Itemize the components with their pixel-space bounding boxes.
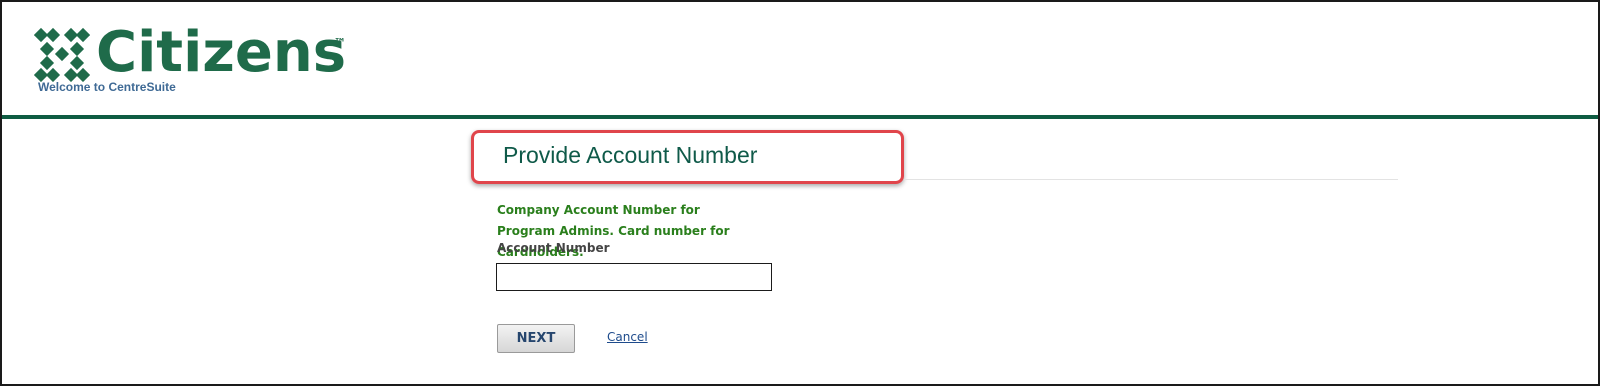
- header-divider: [2, 115, 1598, 119]
- page-frame: Citizens ™ Welcome to CentreSuite Provid…: [0, 0, 1600, 386]
- next-button[interactable]: NEXT: [497, 324, 575, 353]
- citizens-logo-mark-icon: [34, 27, 90, 82]
- site-header: Citizens ™ Welcome to CentreSuite: [2, 2, 1598, 119]
- citizens-logo: Citizens ™ Welcome to CentreSuite: [34, 20, 364, 100]
- cancel-link[interactable]: Cancel: [607, 330, 648, 344]
- account-number-label: Account Number: [497, 241, 610, 255]
- page-title: Provide Account Number: [503, 142, 758, 168]
- brand-tagline: Welcome to CentreSuite: [38, 80, 176, 94]
- trademark-symbol: ™: [334, 36, 346, 50]
- brand-name: Citizens: [96, 20, 347, 85]
- account-number-input[interactable]: [496, 263, 772, 291]
- title-divider: [904, 179, 1398, 180]
